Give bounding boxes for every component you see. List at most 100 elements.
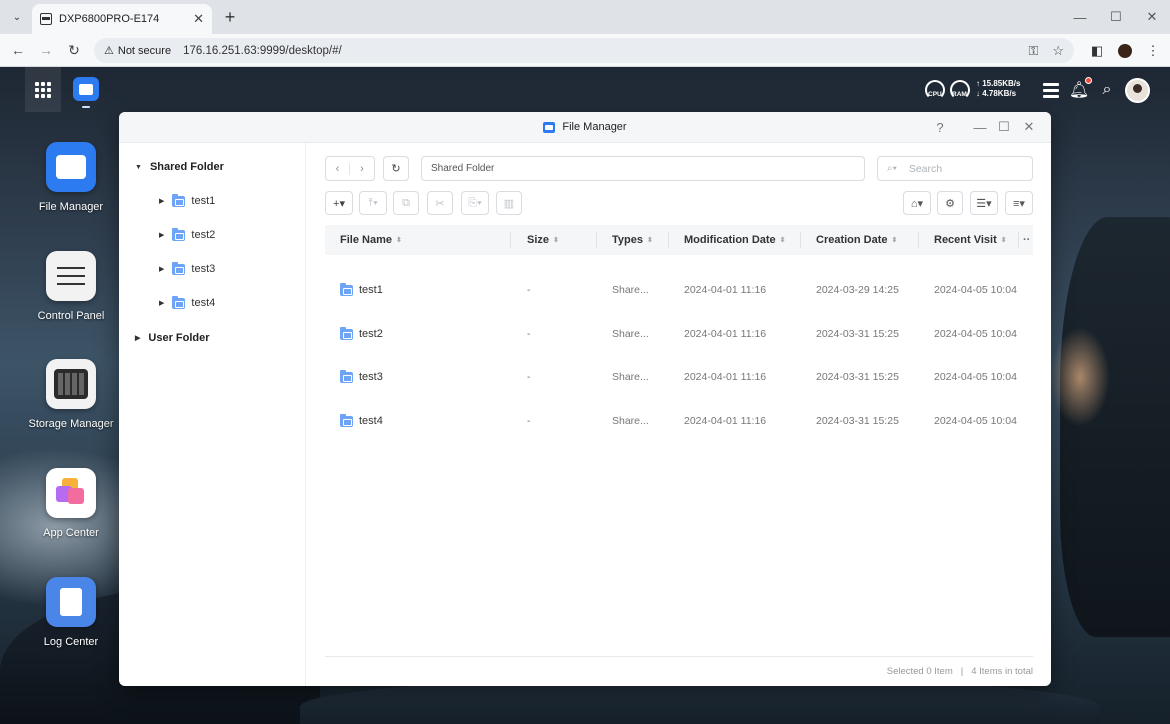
drive-bays-icon [46, 359, 96, 409]
browser-menu-icon[interactable]: ⋮ [1144, 42, 1162, 60]
column-divider[interactable] [668, 232, 669, 248]
browser-tab-strip: ⌄ DXP6800PRO-E174 ✕ + — ☐ ✕ [0, 0, 1170, 34]
close-window-button[interactable]: ✕ [1134, 0, 1170, 34]
row-size: - [527, 284, 531, 296]
column-modification-date[interactable]: Modification Date ⬍ [684, 225, 786, 255]
search-placeholder: Search [908, 162, 943, 175]
caret-right-icon[interactable]: ▶ [159, 265, 164, 273]
url-text[interactable]: 176.16.251.63:9999/desktop/#/ [183, 45, 1014, 57]
sort-button[interactable]: ≡▾ [1005, 191, 1033, 215]
server-status-button[interactable] [1040, 79, 1062, 101]
window-title: File Manager [562, 121, 627, 133]
desktop-icon-log-center[interactable]: Log Center [25, 577, 117, 648]
forward-button[interactable]: → [36, 40, 56, 60]
cut-button[interactable]: ✂ [427, 191, 453, 215]
taskbar-file-manager[interactable] [73, 77, 99, 108]
column-divider[interactable] [1018, 232, 1019, 248]
caret-right-icon[interactable]: ▶ [159, 231, 164, 239]
tree-shared-folder[interactable]: ▼ Shared Folder [135, 161, 224, 173]
tab-search-button[interactable]: ⌄ [6, 6, 28, 28]
browser-tab[interactable]: DXP6800PRO-E174 ✕ [32, 4, 212, 34]
shared-folder-icon [172, 227, 186, 241]
window-titlebar[interactable]: File Manager ? — ☐ ✕ [119, 112, 1051, 143]
tree-label: test3 [191, 263, 216, 275]
caret-right-icon[interactable]: ▶ [159, 197, 164, 205]
table-row[interactable]: test2 - Share... 2024-04-01 11:16 2024-0… [325, 312, 1033, 356]
desktop-icon-storage-manager[interactable]: Storage Manager [25, 359, 117, 430]
table-row[interactable]: test3 - Share... 2024-04-01 11:16 2024-0… [325, 355, 1033, 399]
upload-icon: ⤒▾ [368, 196, 378, 209]
tree-item-test2[interactable]: ▶ test2 [159, 227, 215, 241]
desktop-icon-file-manager[interactable]: File Manager [25, 142, 117, 213]
key-icon[interactable]: ⚿ [1028, 43, 1038, 59]
tree-user-folder[interactable]: ▶ User Folder [135, 332, 210, 344]
row-type: Share... [612, 415, 649, 427]
table-row[interactable]: test4 - Share... 2024-04-01 11:16 2024-0… [325, 399, 1033, 443]
desktop-icon-app-center[interactable]: App Center [25, 468, 117, 539]
maximize-window-button[interactable]: ☐ [1098, 0, 1134, 34]
new-tab-button[interactable]: + [220, 7, 240, 28]
upload-button[interactable]: ⤒▾ [359, 191, 387, 215]
network-speed[interactable]: ↑ 15.85KB/s ↓ 4.78KB/s [976, 79, 1020, 99]
omnibox[interactable]: ⚠ Not secure 176.16.251.63:9999/desktop/… [94, 38, 1074, 63]
new-button[interactable]: +▾ [325, 191, 353, 215]
column-recent-visit[interactable]: Recent Visit ⬍ [934, 225, 1007, 255]
column-file-name[interactable]: File Name ⬍ [340, 225, 402, 255]
history-nav: ‹ › [325, 156, 375, 181]
paste-button[interactable]: ⎘▾ [461, 191, 489, 215]
profile-icon[interactable] [1116, 42, 1134, 60]
back-arrow-icon[interactable]: ‹ [326, 162, 350, 175]
app-launcher-button[interactable] [25, 67, 61, 112]
reload-button[interactable]: ↻ [64, 40, 84, 60]
column-divider[interactable] [800, 232, 801, 248]
caret-down-icon[interactable]: ▼ [135, 164, 142, 171]
column-divider[interactable] [918, 232, 919, 248]
column-divider[interactable] [510, 232, 511, 248]
forward-arrow-icon[interactable]: › [350, 163, 374, 175]
row-file-name: test3 [359, 371, 383, 383]
caret-right-icon[interactable]: ▶ [159, 299, 164, 307]
refresh-icon: ↻ [391, 163, 401, 175]
help-button[interactable]: ? [932, 119, 948, 135]
bookmark-star-icon[interactable]: ☆ [1052, 43, 1064, 59]
minimize-window-button[interactable]: — [1062, 0, 1098, 34]
column-size[interactable]: Size ⬍ [527, 225, 559, 255]
copy-button[interactable]: ⧉ [393, 191, 419, 215]
not-secure-label[interactable]: Not secure [118, 45, 171, 57]
tree-item-test1[interactable]: ▶ test1 [159, 193, 215, 207]
tools-button[interactable]: ⌂▾ [903, 191, 931, 215]
back-button[interactable]: ← [8, 40, 28, 60]
tree-item-test3[interactable]: ▶ test3 [159, 261, 216, 275]
tab-close-icon[interactable]: ✕ [193, 11, 204, 27]
search-input[interactable]: ⌕▾ Search [877, 156, 1033, 181]
column-creation-date[interactable]: Creation Date ⬍ [816, 225, 897, 255]
row-visited: 2024-04-05 10:04 [934, 328, 1017, 340]
table-header: File Name ⬍ Size ⬍ Types ⬍ Modification Dat… [325, 225, 1033, 255]
caret-right-icon[interactable]: ▶ [135, 334, 140, 342]
path-field[interactable]: Shared Folder [421, 156, 865, 181]
desktop-taskbar: CPU RAM ↑ 15.85KB/s ↓ 4.78KB/s 🔔︎ ⌕ [0, 67, 1170, 112]
compress-button[interactable]: ▥ [496, 191, 522, 215]
minimize-button[interactable]: — [972, 119, 988, 135]
row-created: 2024-03-29 14:25 [816, 284, 899, 296]
sort-icon: ≡▾ [1013, 197, 1025, 210]
desktop-icon-label: Storage Manager [28, 418, 114, 430]
row-visited: 2024-04-05 10:04 [934, 371, 1017, 383]
close-button[interactable]: ✕ [1021, 119, 1037, 135]
column-types[interactable]: Types ⬍ [612, 225, 653, 255]
column-divider[interactable] [596, 232, 597, 248]
row-created: 2024-03-31 15:25 [816, 371, 899, 383]
table-row[interactable]: test1 - Share... 2024-04-01 11:16 2024-0… [325, 268, 1033, 312]
maximize-button[interactable]: ☐ [996, 119, 1012, 135]
settings-button[interactable]: ⚙ [937, 191, 963, 215]
desktop-icon-control-panel[interactable]: Control Panel [25, 251, 117, 322]
user-avatar[interactable] [1125, 78, 1150, 103]
search-icon[interactable]: ⌕ [1096, 79, 1118, 101]
refresh-button[interactable]: ↻ [383, 156, 409, 181]
side-panel-icon[interactable]: ◧ [1088, 42, 1106, 60]
tree-label: Shared Folder [149, 161, 224, 173]
tree-item-test4[interactable]: ▶ test4 [159, 295, 215, 309]
column-more-button[interactable]: ·· [1023, 225, 1030, 255]
view-mode-button[interactable]: ☰▾ [970, 191, 998, 215]
desktop-icon-label: Log Center [43, 636, 99, 648]
